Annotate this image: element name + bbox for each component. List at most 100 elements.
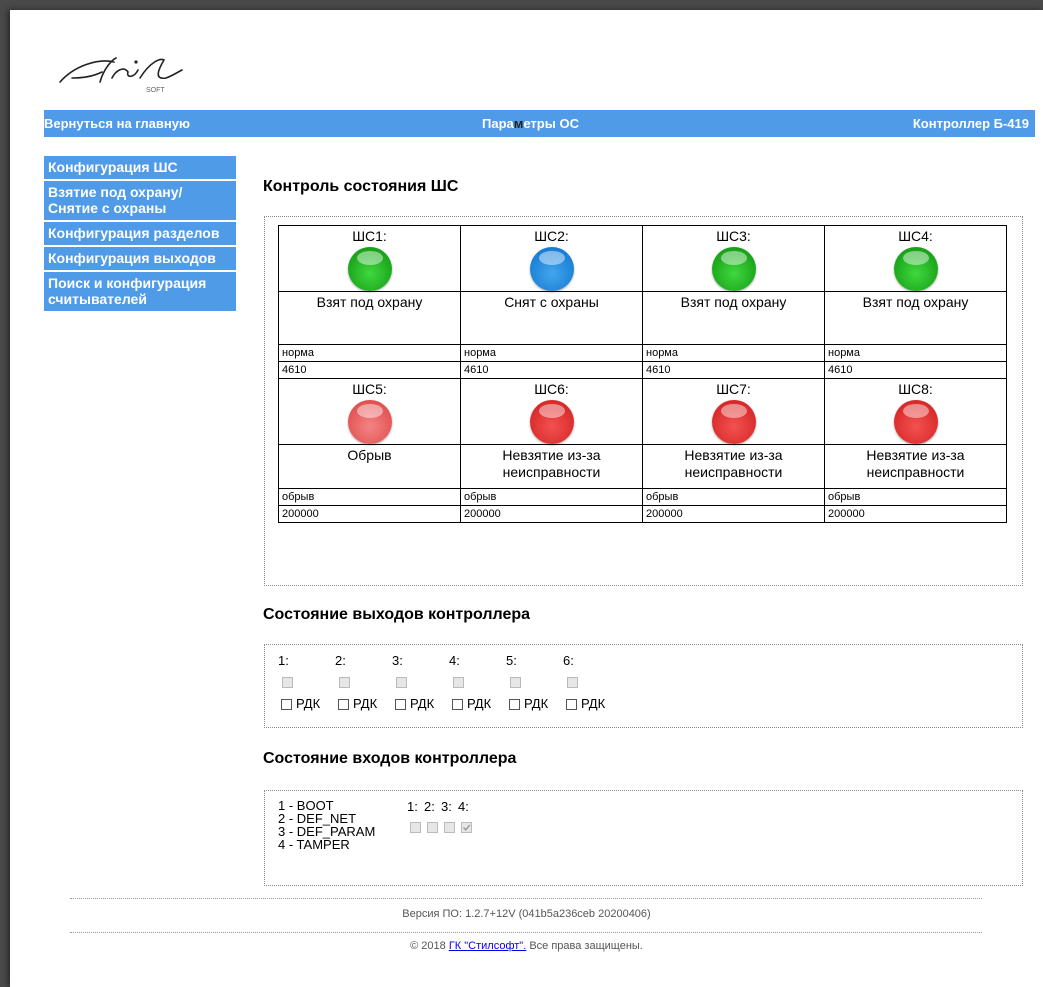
loop-cell: ШС1: Взят под охрану норма 4610	[278, 225, 461, 379]
page-frame: SOFT Вернуться на главную Параметры ОС К…	[10, 10, 1043, 987]
top-bar: Вернуться на главную Параметры ОС Контро…	[44, 110, 1035, 137]
loop-value: 200000	[643, 505, 824, 522]
menu-item-output-config[interactable]: Конфигурация выходов	[44, 247, 236, 272]
loop-state: Обрыв	[279, 444, 460, 488]
output-rdk-label: РДК	[296, 696, 321, 711]
loop-value: 200000	[279, 505, 460, 522]
footer-divider	[70, 932, 982, 933]
loop-value: 4610	[825, 361, 1006, 378]
loop-cell: ШС4: Взят под охрану норма 4610	[824, 225, 1007, 379]
output-state-indicator	[282, 677, 293, 688]
loop-status: обрыв	[461, 488, 642, 505]
back-to-home-link[interactable]: Вернуться на главную	[44, 116, 190, 131]
loop-state: Взят под охрану	[279, 291, 460, 344]
output-rdk-label: РДК	[410, 696, 435, 711]
menu-item-loop-config[interactable]: Конфигурация ШС	[44, 156, 236, 181]
stilsoft-link[interactable]: ГК "Стилсофт".	[449, 940, 526, 952]
output-state-indicator	[567, 677, 578, 688]
output-rdk-checkbox[interactable]	[338, 699, 349, 710]
loop-value: 4610	[643, 361, 824, 378]
loop-status-led-icon	[711, 247, 756, 291]
input-state-checkbox	[427, 822, 438, 833]
loop-cell: ШС2: Снят с охраны норма 4610	[460, 225, 643, 379]
input-state-checkbox	[410, 822, 421, 833]
loop-name: ШС1:	[352, 228, 387, 244]
inputs-panel	[264, 790, 1023, 886]
outputs-section-title: Состояние выходов контроллера	[263, 606, 531, 623]
output-label: 3:	[392, 653, 403, 668]
input-label: 2:	[424, 799, 435, 814]
loop-status-led-icon	[529, 247, 574, 291]
output-label: 4:	[449, 653, 460, 668]
loop-name: ШС4:	[898, 228, 933, 244]
copyright: © 2018 ГК "Стилсофт". Все права защищены…	[410, 940, 643, 952]
output-label: 5:	[506, 653, 517, 668]
loop-name: ШС2:	[534, 228, 569, 244]
output-rdk-label: РДК	[467, 696, 492, 711]
inputs-legend: 1 - BOOT 2 - DEF_NET 3 - DEF_PARAM 4 - T…	[278, 799, 375, 851]
logo-subtext: SOFT	[146, 87, 165, 94]
controller-name: Контроллер Б-419	[912, 116, 1029, 131]
footer-divider	[70, 898, 982, 899]
loop-value: 4610	[279, 361, 460, 378]
loop-name: ШС6:	[534, 381, 569, 397]
output-label: 1:	[278, 653, 289, 668]
loop-status: норма	[643, 344, 824, 361]
loop-status-led-icon	[893, 400, 938, 444]
output-label: 2:	[335, 653, 346, 668]
loop-value: 4610	[461, 361, 642, 378]
loop-status: норма	[825, 344, 1006, 361]
firmware-version: Версия ПО: 1.2.7+12V (041b5a236ceb 20200…	[402, 908, 651, 920]
menu-item-reader-search[interactable]: Поиск и конфигурация считывателей	[44, 272, 236, 313]
menu-item-arm-disarm[interactable]: Взятие под охрану/ Снятие с охраны	[44, 181, 236, 222]
stilsoft-logo: SOFT	[59, 57, 183, 94]
output-rdk-label: РДК	[353, 696, 378, 711]
loop-status: норма	[279, 344, 460, 361]
output-rdk-checkbox[interactable]	[281, 699, 292, 710]
loop-status-led-icon	[711, 400, 756, 444]
output-state-indicator	[396, 677, 407, 688]
loop-state: Взят под охрану	[643, 291, 824, 344]
output-rdk-checkbox[interactable]	[395, 699, 406, 710]
output-rdk-checkbox[interactable]	[509, 699, 520, 710]
loop-value: 200000	[461, 505, 642, 522]
output-state-indicator	[510, 677, 521, 688]
outputs-panel	[264, 644, 1023, 728]
loop-cell: ШС3: Взят под охрану норма 4610	[642, 225, 825, 379]
loop-name: ШС7:	[716, 381, 751, 397]
loop-value: 200000	[825, 505, 1006, 522]
loop-status: обрыв	[643, 488, 824, 505]
menu-item-partition-config[interactable]: Конфигурация разделов	[44, 222, 236, 247]
output-rdk-label: РДК	[581, 696, 606, 711]
output-label: 6:	[563, 653, 574, 668]
input-state-checkbox	[444, 822, 455, 833]
input-label: 4:	[458, 799, 469, 814]
loop-state: Снят с охраны	[461, 291, 642, 344]
output-state-indicator	[339, 677, 350, 688]
output-rdk-checkbox[interactable]	[452, 699, 463, 710]
loop-state: Взят под охрану	[825, 291, 1006, 344]
loop-status: обрыв	[825, 488, 1006, 505]
loop-status-led-icon	[529, 400, 574, 444]
loop-state: Невзятие из-за неисправности	[825, 444, 1006, 488]
page-title: Параметры ОС	[482, 116, 579, 131]
input-legend-item: 4 - TAMPER	[278, 837, 350, 852]
loop-cell: ШС5: Обрыв обрыв 200000	[278, 378, 461, 523]
loop-status-led-icon	[347, 400, 392, 444]
loop-name: ШС3:	[716, 228, 751, 244]
loop-state: Невзятие из-за неисправности	[643, 444, 824, 488]
input-state-checkbox	[461, 822, 472, 833]
loops-section-title: Контроль состояния ШС	[263, 178, 459, 195]
loop-state: Невзятие из-за неисправности	[461, 444, 642, 488]
output-state-indicator	[453, 677, 464, 688]
output-rdk-label: РДК	[524, 696, 549, 711]
loop-cell: ШС6: Невзятие из-за неисправности обрыв 200…	[460, 378, 643, 523]
loop-cell: ШС8: Невзятие из-за неисправности обрыв 200…	[824, 378, 1007, 523]
loop-cell: ШС7: Невзятие из-за неисправности обрыв 200…	[642, 378, 825, 523]
output-rdk-checkbox[interactable]	[566, 699, 577, 710]
loop-status: обрыв	[279, 488, 460, 505]
sidebar-menu: Конфигурация ШС Взятие под охрану/ Сняти…	[44, 156, 236, 313]
inputs-section-title: Состояние входов контроллера	[263, 750, 517, 767]
loop-status: норма	[461, 344, 642, 361]
input-label: 3:	[441, 799, 452, 814]
